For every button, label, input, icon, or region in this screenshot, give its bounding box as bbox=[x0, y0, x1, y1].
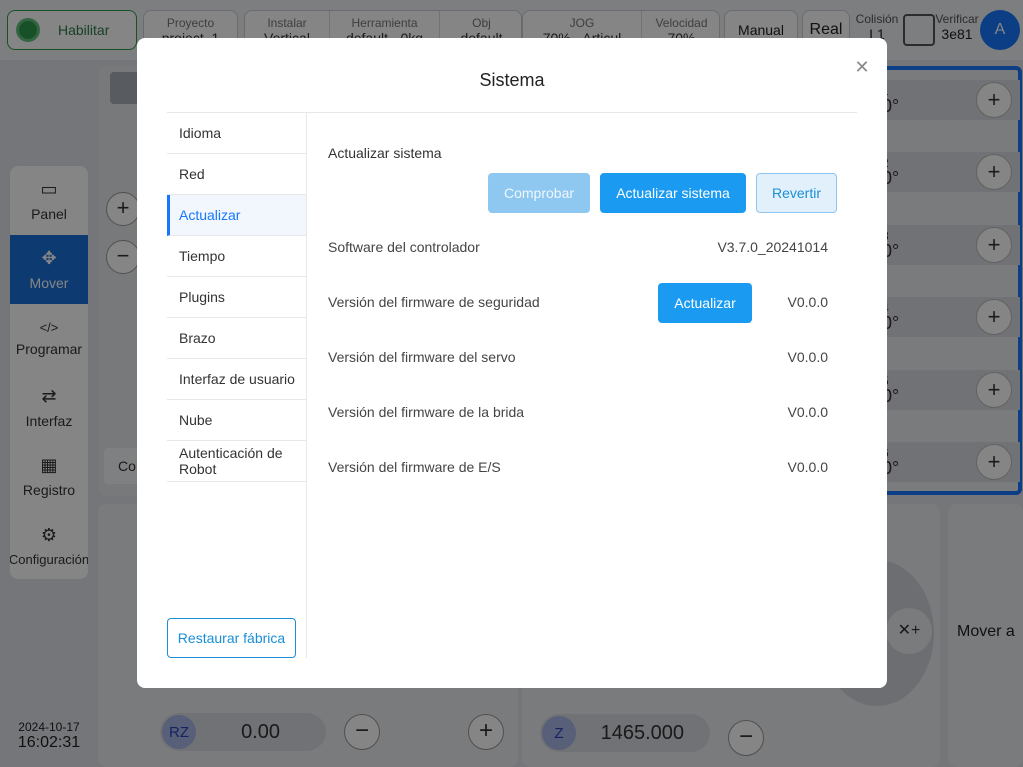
menu-item-update[interactable]: Actualizar bbox=[167, 195, 306, 236]
row-value: V0.0.0 bbox=[787, 459, 828, 475]
menu-item-user-interface[interactable]: Interfaz de usuario bbox=[167, 359, 306, 400]
menu-item-language[interactable]: Idioma bbox=[167, 113, 306, 154]
menu-item-robot-auth[interactable]: Autenticación de Robot bbox=[167, 441, 306, 482]
menu-item-arm[interactable]: Brazo bbox=[167, 318, 306, 359]
row-value: V0.0.0 bbox=[787, 349, 828, 365]
info-row-flange-firmware: Versión del firmware de la brida V0.0.0 bbox=[328, 398, 828, 428]
row-value: V0.0.0 bbox=[787, 404, 828, 420]
system-dialog: Sistema ✕ Idioma Red Actualizar Tiempo P… bbox=[137, 38, 887, 688]
info-row-io-firmware: Versión del firmware de E/S V0.0.0 bbox=[328, 453, 828, 483]
settings-menu: Idioma Red Actualizar Tiempo Plugins Bra… bbox=[167, 113, 307, 658]
update-system-button[interactable]: Actualizar sistema bbox=[600, 173, 746, 213]
menu-item-time[interactable]: Tiempo bbox=[167, 236, 306, 277]
update-safety-firmware-button[interactable]: Actualizar bbox=[658, 283, 752, 323]
dialog-title: Sistema bbox=[479, 70, 545, 90]
row-label: Versión del firmware del servo bbox=[328, 349, 516, 365]
info-row-servo-firmware: Versión del firmware del servo V0.0.0 bbox=[328, 343, 828, 373]
menu-item-network[interactable]: Red bbox=[167, 154, 306, 195]
row-label: Versión del firmware de seguridad bbox=[328, 294, 540, 310]
row-value: V3.7.0_20241014 bbox=[717, 239, 828, 255]
close-icon[interactable]: ✕ bbox=[853, 58, 871, 76]
row-label: Versión del firmware de E/S bbox=[328, 459, 501, 475]
section-title: Actualizar sistema bbox=[328, 145, 442, 161]
revert-button[interactable]: Revertir bbox=[756, 173, 837, 213]
menu-item-plugins[interactable]: Plugins bbox=[167, 277, 306, 318]
info-row-controller: Software del controlador V3.7.0_20241014 bbox=[328, 233, 828, 263]
check-button[interactable]: Comprobar bbox=[488, 173, 590, 213]
row-label: Software del controlador bbox=[328, 239, 480, 255]
factory-reset-button[interactable]: Restaurar fábrica bbox=[167, 618, 296, 658]
row-value: V0.0.0 bbox=[787, 294, 828, 310]
menu-item-cloud[interactable]: Nube bbox=[167, 400, 306, 441]
info-row-safety-firmware: Versión del firmware de seguridad Actual… bbox=[328, 283, 828, 323]
row-label: Versión del firmware de la brida bbox=[328, 404, 525, 420]
